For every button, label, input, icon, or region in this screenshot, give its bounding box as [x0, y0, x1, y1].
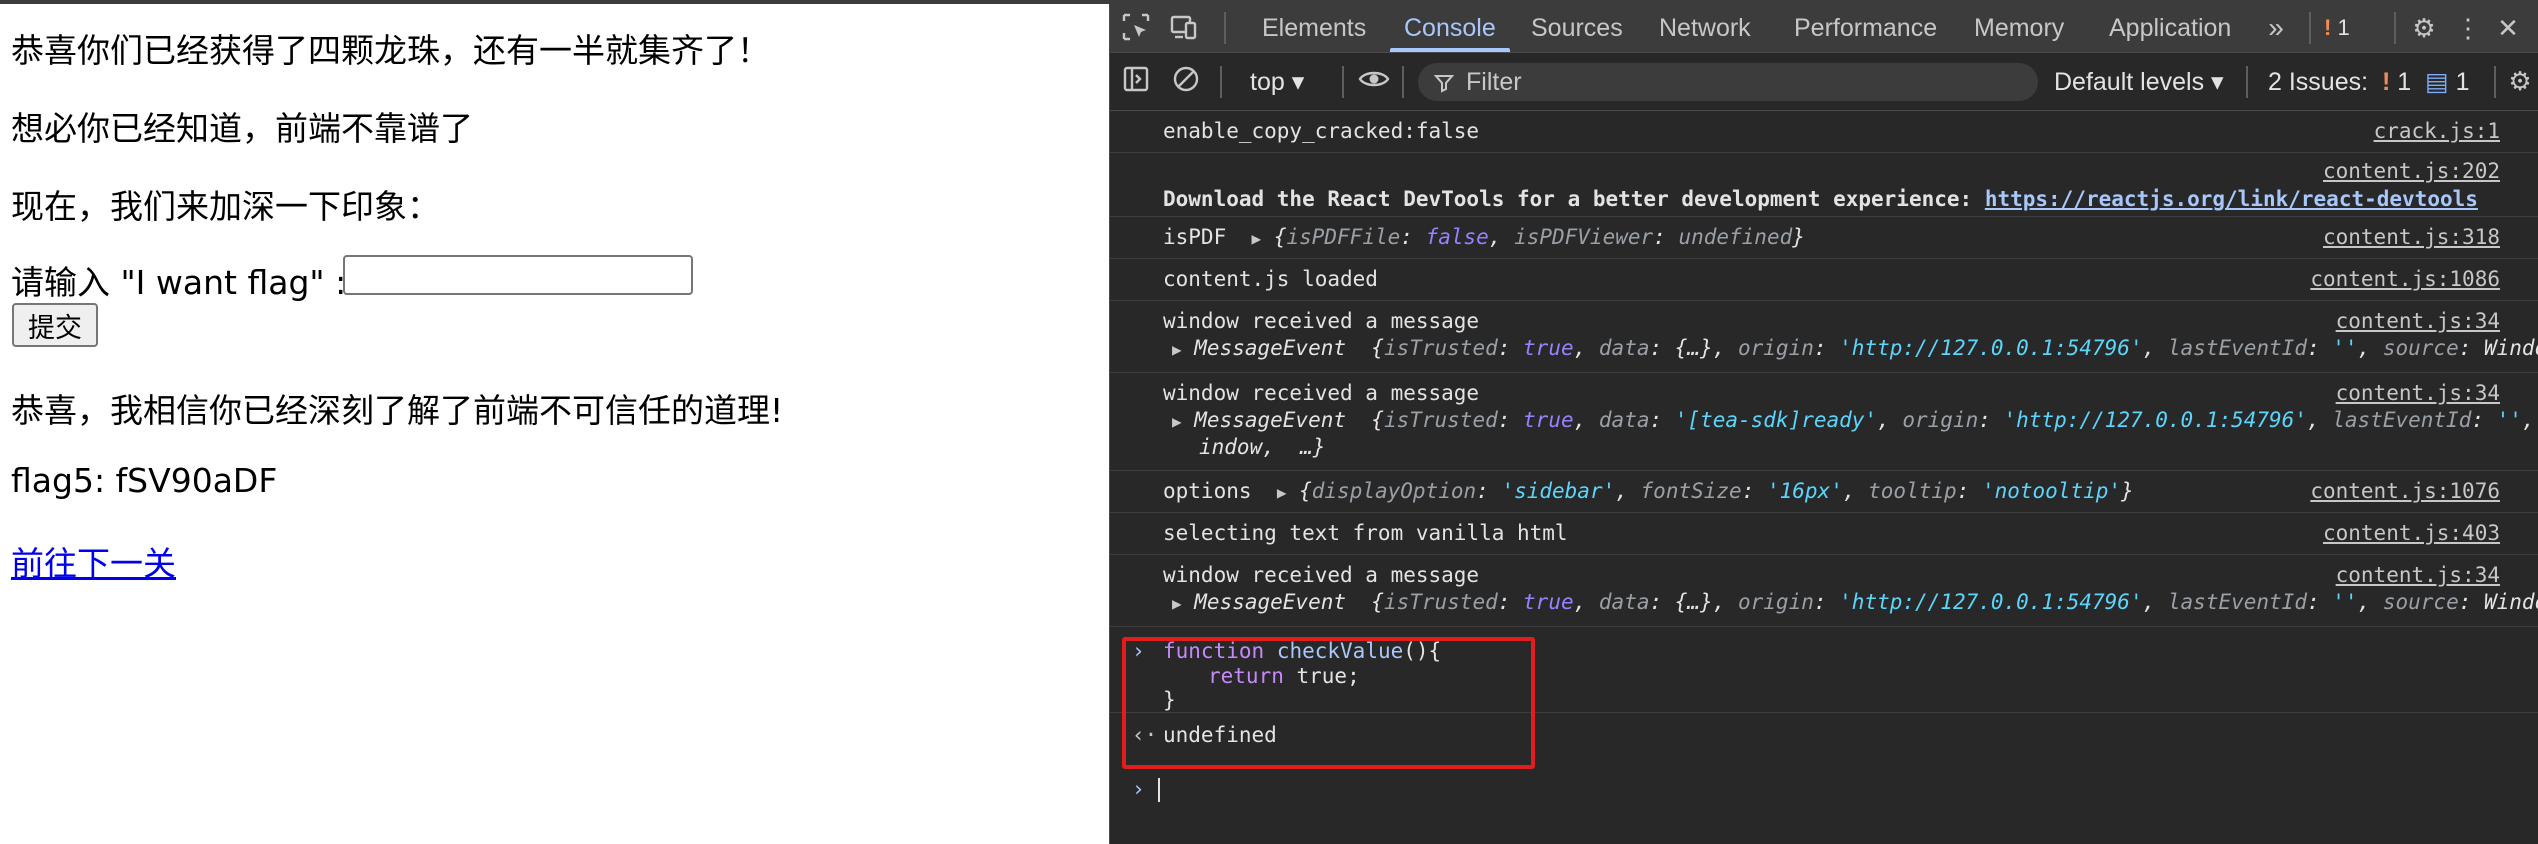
success-message: 恭喜，我相信你已经深刻了解了前端不可信任的道理!	[11, 391, 784, 430]
web-page: 恭喜你们已经获得了四颗龙珠，还有一半就集齐了！ 想必你已经知道，前端不靠谱了 现…	[0, 4, 1109, 844]
console-settings-gear-icon[interactable]: ⚙	[2504, 65, 2536, 97]
page-text-line-1: 恭喜你们已经获得了四颗龙珠，还有一半就集齐了！	[11, 31, 770, 70]
message-source-link[interactable]: content.js:34	[2336, 381, 2500, 405]
console-message: window received a message content.js:34 …	[1110, 373, 2538, 471]
console-message: content.js:202 Download the React DevToo…	[1110, 153, 2538, 217]
toolbar-divider	[2246, 66, 2248, 98]
flag-text: flag5: fSV90aDF	[11, 461, 278, 500]
device-toolbar-icon[interactable]	[1168, 12, 1200, 44]
toolbar-divider	[1402, 66, 1404, 98]
message-source-link[interactable]: content.js:1086	[2310, 267, 2500, 291]
message-text: Download the React DevTools for a better…	[1163, 187, 2478, 211]
live-expression-eye-icon[interactable]	[1358, 65, 1390, 97]
console-message: enable_copy_cracked:false crack.js:1	[1110, 111, 2538, 153]
expand-triangle-icon[interactable]: ▶	[1277, 483, 1287, 502]
console-messages: enable_copy_cracked:false crack.js:1 con…	[1110, 111, 2538, 844]
console-input-caret[interactable]	[1158, 778, 1160, 802]
message-event-object-wrap: indow, …}	[1199, 435, 1326, 459]
console-message: selecting text from vanilla html content…	[1110, 513, 2538, 555]
sidebar-toggle-icon[interactable]	[1120, 65, 1152, 97]
issues-summary-button[interactable]: 2 Issues: ! 1 ▤ 1	[2268, 63, 2470, 101]
message-source-link[interactable]: content.js:202	[2323, 159, 2500, 183]
toolbar-divider	[2309, 12, 2311, 44]
tab-memory[interactable]: Memory	[1974, 4, 2064, 52]
warning-icon: !	[2324, 15, 2332, 40]
log-levels-dropdown[interactable]: Default levels ▾	[2054, 63, 2224, 101]
message-text: content.js loaded	[1163, 267, 1378, 291]
expand-triangle-icon[interactable]: ▶	[1252, 229, 1262, 248]
console-toolbar: top ▾ Filter Default levels ▾ 2 Issues: …	[1110, 53, 2538, 111]
message-text: window received a message	[1163, 309, 1480, 333]
warning-icon: !	[2375, 68, 2391, 96]
message-source-link[interactable]: crack.js:1	[2374, 119, 2500, 143]
close-devtools-icon[interactable]: ✕	[2492, 12, 2524, 44]
flag-input-field[interactable]	[343, 255, 693, 295]
message-text: enable_copy_cracked:false	[1163, 119, 1480, 143]
react-devtools-link[interactable]: https://reactjs.org/link/react-devtools	[1985, 187, 2478, 211]
message-text: window received a message	[1163, 381, 1480, 405]
issues-warn-count: 1	[2397, 68, 2412, 96]
flag-input-label: 请输入 "I want flag" :	[11, 263, 347, 302]
tab-console[interactable]: Console	[1390, 4, 1510, 52]
message-event-object[interactable]: ▶ MessageEvent {isTrusted: true, data: {…	[1172, 590, 2538, 614]
options-label: options	[1163, 479, 1252, 503]
message-text: window received a message	[1163, 563, 1480, 587]
message-source-link[interactable]: content.js:1076	[2310, 479, 2500, 503]
toolbar-divider	[1220, 66, 1222, 98]
message-source-link[interactable]: content.js:34	[2336, 563, 2500, 587]
message-text: options ▶ {displayOption: 'sidebar', fon…	[1163, 479, 2134, 503]
settings-gear-icon[interactable]: ⚙	[2408, 12, 2440, 44]
devtools-tabbar: Elements Console Sources Network Perform…	[1110, 4, 2538, 53]
next-level-link[interactable]: 前往下一关	[11, 537, 176, 585]
message-event-object[interactable]: ▶ MessageEvent {isTrusted: true, data: {…	[1172, 336, 2538, 360]
message-text: selecting text from vanilla html	[1163, 521, 1568, 545]
highlight-box	[1122, 637, 1535, 769]
console-message: window received a message content.js:34 …	[1110, 555, 2538, 627]
ispdf-label: isPDF	[1163, 225, 1227, 249]
toolbar-divider	[2394, 12, 2396, 44]
issues-counter-button[interactable]: ! 1	[2324, 12, 2384, 44]
tab-elements[interactable]: Elements	[1262, 4, 1366, 52]
console-message: window received a message content.js:34 …	[1110, 301, 2538, 373]
console-message: options ▶ {displayOption: 'sidebar', fon…	[1110, 471, 2538, 513]
issues-label: 2 Issues:	[2268, 68, 2369, 96]
filter-funnel-icon	[1433, 63, 1455, 101]
page-text-line-2: 想必你已经知道，前端不靠谱了	[11, 109, 473, 148]
more-tabs-icon[interactable]: »	[2260, 12, 2292, 44]
page-text-line-3: 现在，我们来加深一下印象：	[11, 187, 440, 226]
filter-placeholder: Filter	[1466, 68, 1522, 96]
input-prompt-chevron-icon: ›	[1132, 777, 1145, 801]
tab-application[interactable]: Application	[2109, 4, 2231, 52]
message-event-object[interactable]: ▶ MessageEvent {isTrusted: true, data: '…	[1172, 408, 2538, 432]
issues-count: 1	[2337, 15, 2350, 40]
message-text: isPDF ▶ {isPDFFile: false, isPDFViewer: …	[1163, 225, 1805, 249]
inspect-element-icon[interactable]	[1120, 12, 1152, 44]
console-message: isPDF ▶ {isPDFFile: false, isPDFViewer: …	[1110, 217, 2538, 259]
toolbar-divider	[2494, 66, 2496, 98]
message-source-link[interactable]: content.js:403	[2323, 521, 2500, 545]
toolbar-divider	[1342, 66, 1344, 98]
tab-sources[interactable]: Sources	[1531, 4, 1623, 52]
tab-performance[interactable]: Performance	[1794, 4, 1937, 52]
clear-console-icon[interactable]	[1170, 65, 1202, 97]
react-devtools-text: Download the React DevTools for a better…	[1163, 187, 1985, 211]
context-selector[interactable]: top ▾	[1250, 63, 1304, 101]
info-message-icon: ▤	[2418, 68, 2449, 96]
issues-info-count: 1	[2455, 68, 2470, 96]
console-message: content.js loaded content.js:1086	[1110, 259, 2538, 301]
submit-button[interactable]: 提交	[12, 303, 98, 347]
message-source-link[interactable]: content.js:34	[2336, 309, 2500, 333]
filter-input[interactable]: Filter	[1418, 63, 2038, 101]
toolbar-divider	[1224, 12, 1226, 44]
tab-network[interactable]: Network	[1659, 4, 1751, 52]
devtools-panel: Elements Console Sources Network Perform…	[1109, 4, 2538, 844]
message-source-link[interactable]: content.js:318	[2323, 225, 2500, 249]
more-options-icon[interactable]: ⋮	[2452, 12, 2484, 44]
